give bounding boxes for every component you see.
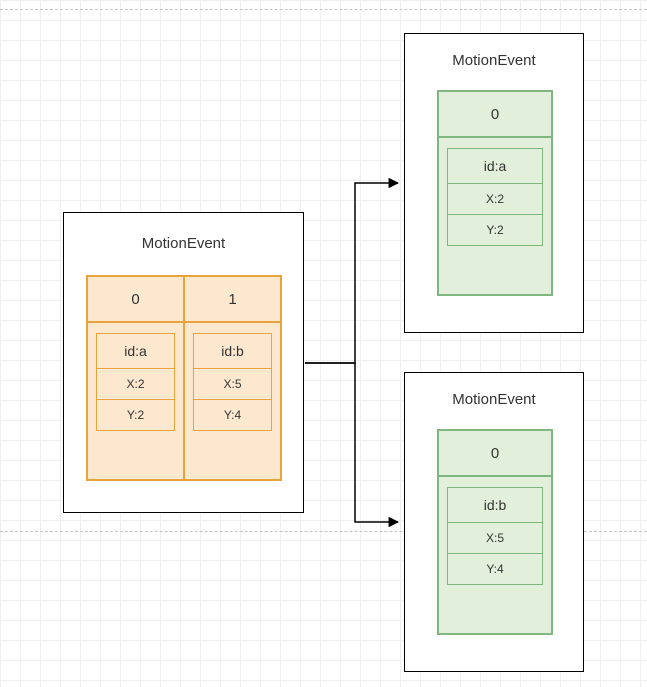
target-0-index: 0 [439,92,551,138]
source-pointer-0: id:a X:2 Y:2 [96,333,175,431]
target-0-pointer: id:a X:2 Y:2 [447,148,543,246]
pointer-x: X:5 [448,522,542,553]
source-table-body: id:a X:2 Y:2 id:b X:5 Y:4 [88,323,280,481]
pointer-x: X:5 [194,368,271,399]
target-1-pointer: id:b X:5 Y:4 [447,487,543,585]
source-col-1: id:b X:5 Y:4 [183,323,280,481]
pointer-x: X:2 [97,368,174,399]
motionevent-target-1-box: MotionEvent 0 id:b X:5 Y:4 [404,372,584,672]
target-1-table: 0 id:b X:5 Y:4 [437,429,553,635]
target-1-body: id:b X:5 Y:4 [439,477,551,635]
source-table: 0 1 id:a X:2 Y:2 id:b X:5 Y:4 [86,275,282,481]
motionevent-source-title: MotionEvent [64,213,303,252]
source-col-0: id:a X:2 Y:2 [88,323,183,481]
pointer-y: Y:4 [448,553,542,584]
motionevent-target-1-title: MotionEvent [405,373,583,408]
target-1-index: 0 [439,431,551,477]
motionevent-target-0-title: MotionEvent [405,34,583,69]
pointer-y: Y:4 [194,399,271,430]
pointer-y: Y:2 [97,399,174,430]
pointer-id: id:a [97,334,174,368]
source-col-index-0: 0 [88,277,183,321]
motionevent-source-box: MotionEvent 0 1 id:a X:2 Y:2 id:b X:5 Y:… [63,212,304,513]
source-col-index-1: 1 [183,277,280,321]
target-0-table: 0 id:a X:2 Y:2 [437,90,553,296]
source-pointer-1: id:b X:5 Y:4 [193,333,272,431]
pointer-y: Y:2 [448,214,542,245]
source-table-header: 0 1 [88,277,280,323]
pointer-x: X:2 [448,183,542,214]
target-0-body: id:a X:2 Y:2 [439,138,551,296]
motionevent-target-0-box: MotionEvent 0 id:a X:2 Y:2 [404,33,584,333]
guide-line-top [0,9,647,10]
pointer-id: id:b [194,334,271,368]
pointer-id: id:b [448,488,542,522]
pointer-id: id:a [448,149,542,183]
